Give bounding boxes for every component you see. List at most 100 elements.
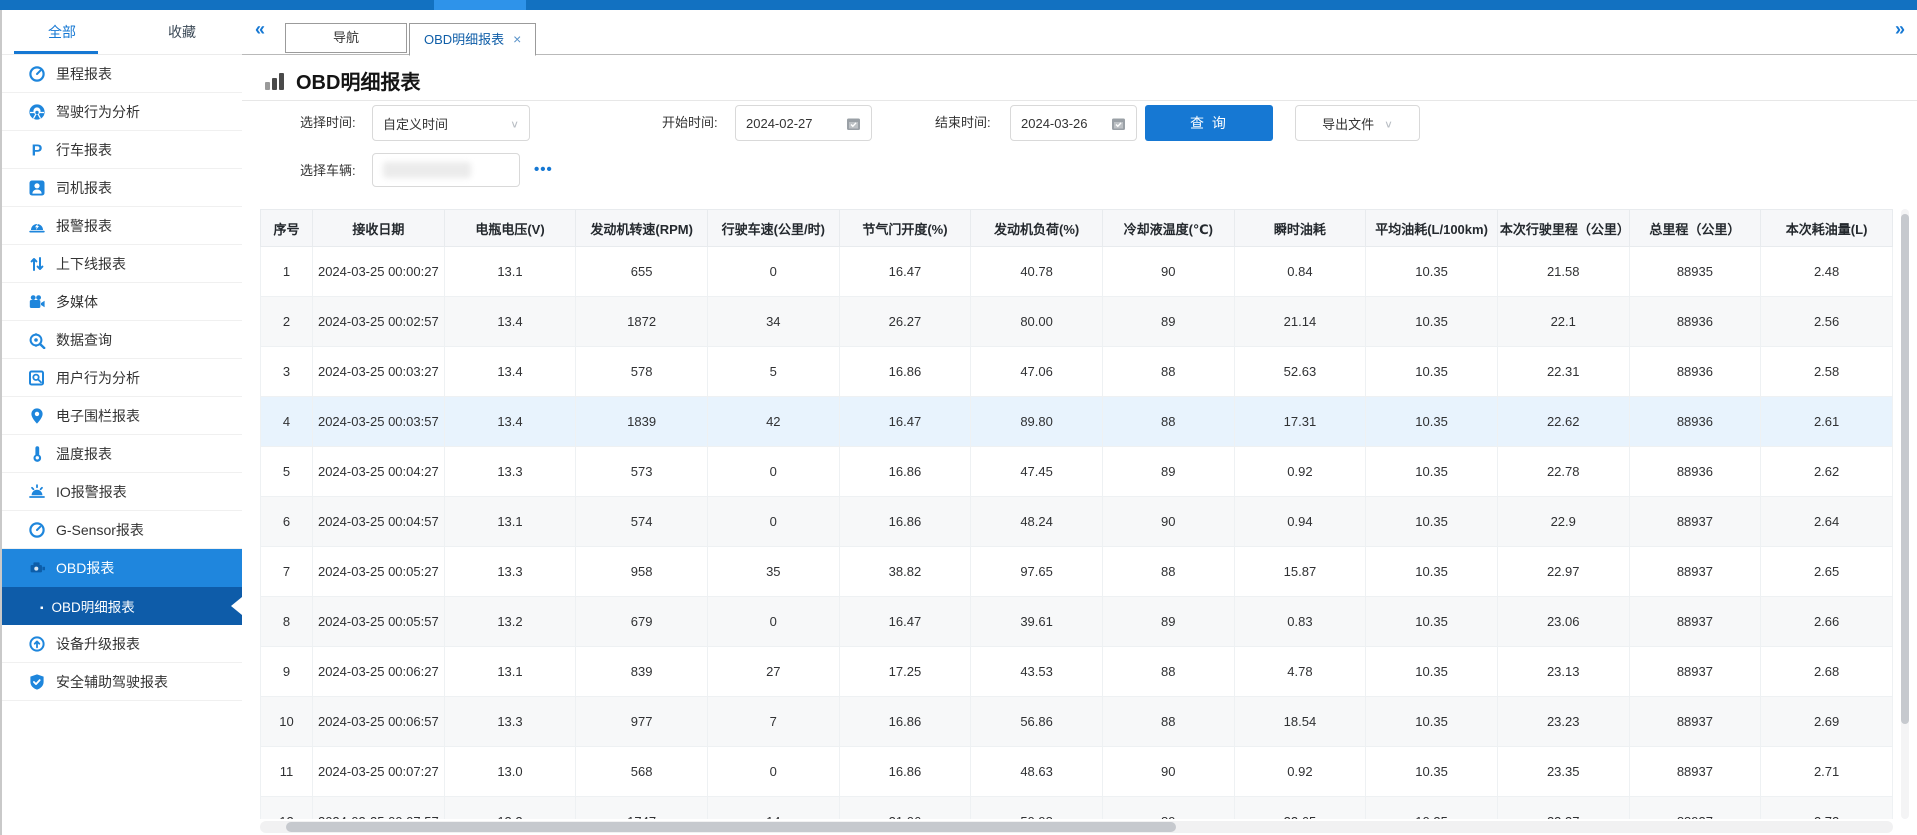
obd-report-table: 序号接收日期电瓶电压(V)发动机转速(RPM)行驶车速(公里/时)节气门开度(%…	[260, 209, 1893, 819]
table-cell: 13.1	[444, 247, 576, 297]
table-cell: 16.86	[839, 447, 971, 497]
vehicle-select-input[interactable]	[372, 153, 520, 187]
query-button[interactable]: 查 询	[1145, 105, 1273, 141]
table-cell: 88	[1102, 547, 1234, 597]
main-content: OBD明细报表 选择时间: 自定义时间 开始时间: 2024-02-27 结束时…	[242, 55, 1917, 835]
table-cell: 10.35	[1366, 547, 1498, 597]
sidebar-item-online-offline-report[interactable]: 上下线报表	[2, 245, 242, 283]
sidebar-item-io-alarm-report[interactable]: IO报警报表	[2, 473, 242, 511]
bar-chart-icon	[264, 70, 286, 92]
vertical-scrollbar-thumb[interactable]	[1901, 214, 1909, 724]
horizontal-scrollbar-thumb[interactable]	[286, 822, 1176, 832]
table-cell: 34	[707, 297, 839, 347]
chevron-down-icon	[510, 116, 519, 131]
table-row[interactable]: 32024-03-25 00:03:2713.4578516.8647.0688…	[261, 347, 1893, 397]
table-cell: 18.54	[1234, 697, 1366, 747]
table-cell: 88937	[1629, 697, 1761, 747]
sidebar-item-label: OBD报表	[56, 558, 114, 578]
table-cell: 12	[261, 797, 313, 820]
table-cell: 21.06	[839, 797, 971, 820]
tab-obd-detail-report[interactable]: OBD明细报表×	[409, 23, 536, 56]
table-cell: 17.31	[1234, 397, 1366, 447]
table-cell: 2024-03-25 00:05:57	[313, 597, 445, 647]
table-cell: 2024-03-25 00:05:27	[313, 547, 445, 597]
table-cell: 16.47	[839, 597, 971, 647]
sidebar-item-multimedia[interactable]: 多媒体	[2, 283, 242, 321]
table-row[interactable]: 42024-03-25 00:03:5713.418394216.4789.80…	[261, 397, 1893, 447]
table-row[interactable]: 62024-03-25 00:04:5713.1574016.8648.2490…	[261, 497, 1893, 547]
column-header: 接收日期	[313, 210, 445, 247]
tab-navigation[interactable]: 导航	[285, 23, 407, 53]
table-cell: 2024-03-25 00:03:27	[313, 347, 445, 397]
table-cell: 88935	[1629, 247, 1761, 297]
end-date-input[interactable]: 2024-03-26	[1010, 105, 1137, 141]
table-row[interactable]: 52024-03-25 00:04:2713.3573016.8647.4589…	[261, 447, 1893, 497]
table-cell: 0.92	[1234, 447, 1366, 497]
time-range-select[interactable]: 自定义时间	[372, 105, 530, 141]
table-row[interactable]: 102024-03-25 00:06:5713.3977716.8656.868…	[261, 697, 1893, 747]
export-file-dropdown[interactable]: 导出文件	[1295, 105, 1420, 141]
tab-label: 导航	[333, 30, 359, 45]
column-header: 行驶车速(公里/时)	[707, 210, 839, 247]
sidebar-item-device-upgrade-report[interactable]: 设备升级报表	[2, 625, 242, 663]
table-cell: 88937	[1629, 647, 1761, 697]
table-row[interactable]: 12024-03-25 00:00:2713.1655016.4740.7890…	[261, 247, 1893, 297]
table-row[interactable]: 72024-03-25 00:05:2713.39583538.8297.658…	[261, 547, 1893, 597]
sidebar-item-g-sensor-report[interactable]: G-Sensor报表	[2, 511, 242, 549]
chevron-down-icon	[1384, 116, 1393, 131]
sidebar-item-geofence-report[interactable]: 电子围栏报表	[2, 397, 242, 435]
obd-report-table-wrap: 序号接收日期电瓶电压(V)发动机转速(RPM)行驶车速(公里/时)节气门开度(%…	[260, 209, 1893, 819]
close-icon[interactable]: ×	[513, 31, 521, 47]
sidebar-item-data-query[interactable]: 数据查询	[2, 321, 242, 359]
expand-tabs-icon[interactable]: »	[1895, 19, 1905, 40]
sidebar-item-alarm-report[interactable]: 报警报表	[2, 207, 242, 245]
sidebar-item-mileage-report[interactable]: 里程报表	[2, 55, 242, 93]
table-cell: 35	[707, 547, 839, 597]
calendar-icon	[1111, 116, 1126, 131]
table-cell: 0.83	[1234, 597, 1366, 647]
sidebar-item-temperature-report[interactable]: 温度报表	[2, 435, 242, 473]
sidebar-item-obd-detail-report[interactable]: OBD明细报表	[2, 587, 242, 625]
sidebar-item-driver-report[interactable]: 司机报表	[2, 169, 242, 207]
table-row[interactable]: 112024-03-25 00:07:2713.0568016.8648.639…	[261, 747, 1893, 797]
table-cell: 23.13	[1497, 647, 1629, 697]
table-cell: 88	[1102, 397, 1234, 447]
sidebar-item-user-behavior-analysis[interactable]: 用户行为分析	[2, 359, 242, 397]
table-body: 12024-03-25 00:00:2713.1655016.4740.7890…	[261, 247, 1893, 820]
table-cell: 0.84	[1234, 247, 1366, 297]
table-cell: 88937	[1629, 597, 1761, 647]
table-cell: 10.35	[1366, 397, 1498, 447]
table-row[interactable]: 92024-03-25 00:06:2713.18392717.2543.538…	[261, 647, 1893, 697]
steering-wheel-icon	[28, 103, 46, 121]
table-cell: 2024-03-25 00:07:57	[313, 797, 445, 820]
table-row[interactable]: 22024-03-25 00:02:5713.418723426.2780.00…	[261, 297, 1893, 347]
export-file-label: 导出文件	[1322, 114, 1374, 133]
collapse-sidebar-icon[interactable]: «	[255, 19, 265, 40]
table-cell: 0	[707, 447, 839, 497]
table-cell: 22.65	[1234, 797, 1366, 820]
table-cell: 958	[576, 547, 708, 597]
sidebar-tab-favorites[interactable]: 收藏	[122, 10, 242, 54]
sidebar-item-driving-behavior-analysis[interactable]: 驾驶行为分析	[2, 93, 242, 131]
table-row[interactable]: 82024-03-25 00:05:5713.2679016.4739.6189…	[261, 597, 1893, 647]
vertical-scrollbar[interactable]	[1901, 209, 1909, 819]
table-cell: 5	[707, 347, 839, 397]
sidebar-item-adas-report[interactable]: 安全辅助驾驶报表	[2, 663, 242, 701]
table-cell: 2.56	[1761, 297, 1893, 347]
table-cell: 16.86	[839, 497, 971, 547]
sidebar-item-parking-report[interactable]: P行车报表	[2, 131, 242, 169]
vehicle-value-redacted	[383, 162, 471, 178]
table-cell: 4.78	[1234, 647, 1366, 697]
sidebar-item-obd-report[interactable]: OBD报表	[2, 549, 242, 587]
horizontal-scrollbar[interactable]	[260, 821, 1893, 833]
table-row[interactable]: 122024-03-25 00:07:5713.217471421.0650.9…	[261, 797, 1893, 820]
more-vehicles-icon[interactable]: •••	[534, 153, 553, 187]
end-date-value: 2024-03-26	[1021, 116, 1088, 131]
table-cell: 578	[576, 347, 708, 397]
table-cell: 97.65	[971, 547, 1103, 597]
start-date-input[interactable]: 2024-02-27	[735, 105, 872, 141]
table-cell: 7	[261, 547, 313, 597]
sidebar-tab-all[interactable]: 全部	[2, 10, 122, 54]
table-cell: 16.86	[839, 697, 971, 747]
table-cell: 21.14	[1234, 297, 1366, 347]
